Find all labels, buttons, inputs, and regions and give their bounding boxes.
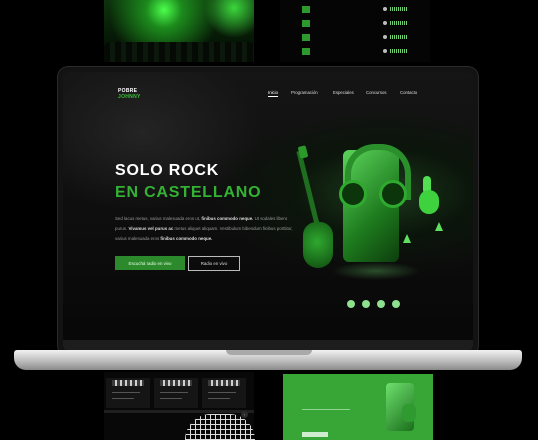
floor-shadow bbox=[331, 262, 421, 280]
rock-hand-icon bbox=[419, 190, 439, 214]
spike-icon bbox=[403, 234, 411, 243]
play-icon bbox=[383, 49, 387, 53]
listen-live-button[interactable]: Escuchá radio en vivo bbox=[115, 256, 185, 270]
spike-icon bbox=[435, 222, 443, 231]
earcup-left bbox=[339, 180, 367, 208]
hero-background bbox=[63, 72, 473, 350]
earcup-right bbox=[379, 180, 407, 208]
radio-live-button[interactable]: Radio en vivo bbox=[188, 256, 240, 271]
track-list-preview bbox=[280, 0, 430, 62]
brand-line2: JOHNNY bbox=[118, 94, 141, 100]
guitar-icon bbox=[303, 222, 333, 268]
youtube-icon[interactable] bbox=[392, 300, 400, 308]
nav-item-programacion[interactable]: Programación bbox=[291, 90, 318, 95]
promo-button[interactable] bbox=[302, 432, 328, 437]
nav-item-contacto[interactable]: Contacto bbox=[400, 90, 417, 95]
para-bold: finibus commodo neque. bbox=[201, 216, 254, 221]
laptop-screen: POBRE JOHNNY Inicio Programación Especia… bbox=[63, 72, 473, 350]
play-icon bbox=[383, 21, 387, 25]
para-bold: finibus commodo neque. bbox=[160, 236, 213, 241]
brand-logo[interactable]: POBRE JOHNNY bbox=[118, 88, 141, 100]
play-icon bbox=[383, 7, 387, 11]
para-bold: Vivamus vel purus ac bbox=[128, 226, 174, 231]
hero-paragraph: Sed lacus metus, varius malesuada eros u… bbox=[115, 214, 295, 244]
hero-title-line2: EN CASTELLANO bbox=[115, 184, 262, 201]
instagram-icon[interactable] bbox=[362, 300, 370, 308]
nav-item-concursos[interactable]: Concursos bbox=[366, 90, 387, 95]
thumb-icon bbox=[402, 404, 416, 422]
screen-bottom-bar bbox=[63, 340, 473, 350]
promo-text-line bbox=[302, 409, 350, 410]
concert-photo bbox=[104, 0, 254, 62]
tiktok-icon[interactable] bbox=[377, 300, 385, 308]
laptop-notch bbox=[226, 350, 312, 355]
arrow-icon[interactable]: › bbox=[241, 411, 248, 418]
para-text: Sed lacus metus, varius malesuada eros u… bbox=[115, 216, 202, 221]
hero-title-line1: SOLO ROCK bbox=[115, 162, 220, 179]
play-icon bbox=[383, 35, 387, 39]
facebook-icon[interactable] bbox=[347, 300, 355, 308]
nav-item-inicio[interactable]: Inicio bbox=[268, 90, 279, 97]
nav-item-especiales[interactable]: Especiales bbox=[333, 90, 354, 95]
